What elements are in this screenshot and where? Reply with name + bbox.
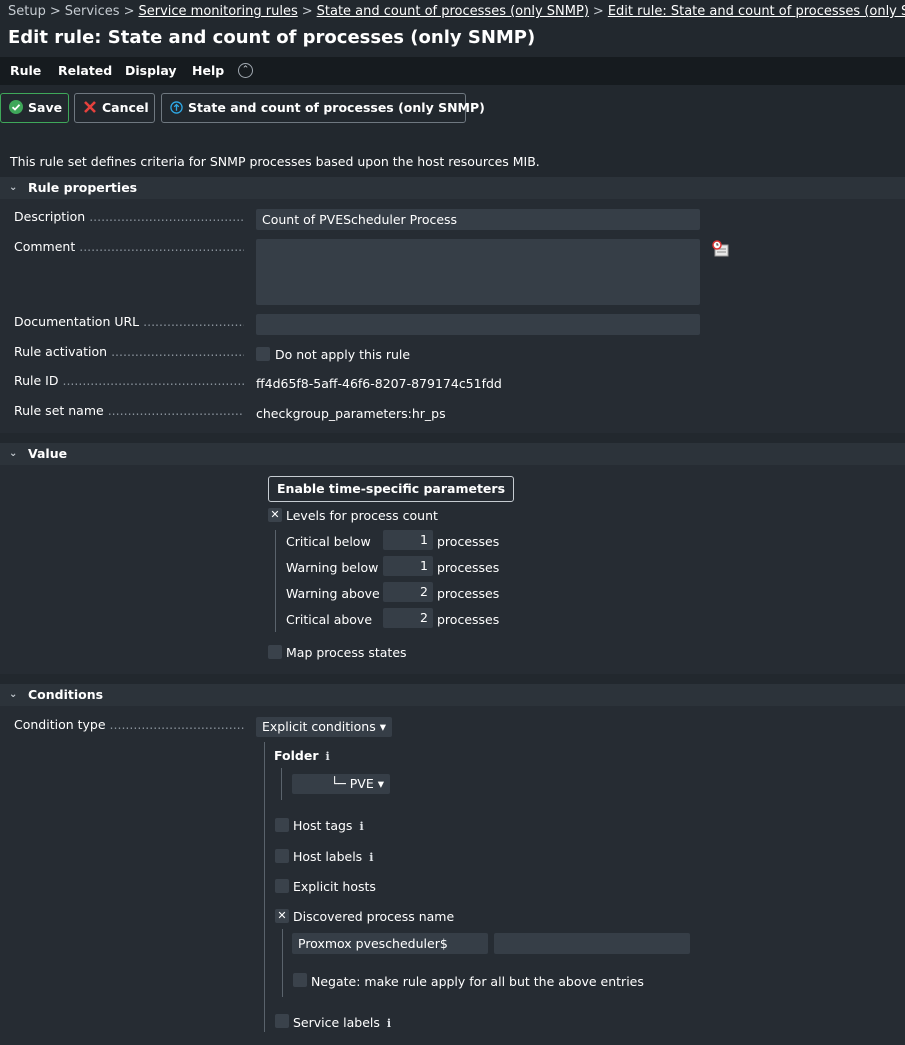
ruleset-name-label: Rule set name ..........................… xyxy=(14,403,244,418)
conditions-body xyxy=(0,706,905,1045)
comment-textarea[interactable] xyxy=(256,239,700,305)
critical-above-input[interactable]: 2 xyxy=(383,608,433,628)
chevron-up-icon[interactable]: ⌃ xyxy=(238,63,253,78)
service-labels-checkbox[interactable] xyxy=(275,1014,289,1028)
warning-above-unit: processes xyxy=(437,586,500,601)
info-icon[interactable]: i xyxy=(387,1017,391,1030)
folder-dropdown[interactable]: └─ PVE ▾ xyxy=(292,774,390,794)
levels-indent-line xyxy=(275,530,276,632)
doc-url-label: Documentation URL ......................… xyxy=(14,314,244,329)
section-conditions[interactable]: ⌄ Conditions xyxy=(0,684,905,706)
discovered-indent-line xyxy=(282,929,283,997)
critical-above-label: Critical above xyxy=(286,612,373,627)
breadcrumb-services[interactable]: Services xyxy=(65,4,120,19)
critical-below-label: Critical below xyxy=(286,534,371,549)
clock-note-icon[interactable] xyxy=(712,240,730,261)
host-labels-checkbox[interactable] xyxy=(275,849,289,863)
map-states-checkbox[interactable] xyxy=(268,645,282,659)
time-specific-button[interactable]: Enable time-specific parameters xyxy=(268,476,515,502)
info-icon[interactable]: i xyxy=(359,820,363,833)
menu-rule[interactable]: Rule xyxy=(10,63,41,78)
critical-below-input[interactable]: 1 xyxy=(383,530,433,550)
chevron-down-icon: ⌄ xyxy=(9,448,18,459)
explicit-hosts-checkbox[interactable] xyxy=(275,879,289,893)
menu-help[interactable]: Help xyxy=(192,63,224,78)
comment-label: Comment ................................… xyxy=(14,239,244,254)
section-rule-properties[interactable]: ⌄ Rule properties xyxy=(0,177,905,199)
condition-type-label: Condition type .........................… xyxy=(14,717,244,732)
do-not-apply-label: Do not apply this rule xyxy=(275,347,411,362)
negate-checkbox[interactable] xyxy=(293,973,307,987)
breadcrumb-ruleset[interactable]: State and count of processes (only SNMP) xyxy=(317,4,589,19)
warning-below-input[interactable]: 1 xyxy=(383,556,433,576)
menu-related[interactable]: Related xyxy=(58,63,112,78)
rule-activation-label: Rule activation ........................… xyxy=(14,344,244,359)
levels-label: Levels for process count xyxy=(286,508,438,523)
host-labels-label: Host labels i xyxy=(293,849,374,864)
description-label: Description ............................… xyxy=(14,209,244,224)
rule-id-label: Rule ID ................................… xyxy=(14,373,244,388)
discovered-process-input-2[interactable] xyxy=(494,933,690,954)
host-tags-checkbox[interactable] xyxy=(275,818,289,832)
ruleset-name-value: checkgroup_parameters:hr_ps xyxy=(256,406,446,421)
chevron-down-icon: ⌄ xyxy=(9,182,18,193)
condition-type-dropdown[interactable]: Explicit conditions ▾ xyxy=(256,717,392,737)
folder-label: Folder i xyxy=(274,748,330,763)
discovered-process-checkbox[interactable]: ✕ xyxy=(275,909,289,923)
warning-below-label: Warning below xyxy=(286,560,379,575)
breadcrumb-setup[interactable]: Setup xyxy=(8,4,46,19)
breadcrumb: Setup > Services > Service monitoring rules >… xyxy=(8,4,905,19)
cancel-button[interactable]: Cancel xyxy=(74,93,155,123)
section-value[interactable]: ⌄ Value xyxy=(0,443,905,465)
negate-label: Negate: make rule apply for all but the … xyxy=(311,974,644,989)
menu-display[interactable]: Display xyxy=(125,63,177,78)
info-icon[interactable]: i xyxy=(369,851,373,864)
menu-bar: Rule Related Display Help ⌃ xyxy=(0,57,905,85)
caret-down-icon: ▾ xyxy=(377,776,384,791)
chevron-down-icon: ⌄ xyxy=(9,689,18,700)
critical-below-unit: processes xyxy=(437,534,500,549)
warning-above-label: Warning above xyxy=(286,586,380,601)
conditions-indent-line xyxy=(264,742,265,1032)
warning-above-input[interactable]: 2 xyxy=(383,582,433,602)
discovered-process-input[interactable]: Proxmox pvescheduler$ xyxy=(292,933,488,954)
host-tags-label: Host tags i xyxy=(293,818,364,833)
close-icon xyxy=(83,96,97,124)
do-not-apply-checkbox[interactable] xyxy=(256,347,270,361)
service-labels-label: Service labels i xyxy=(293,1015,392,1030)
ruleset-button[interactable]: State and count of processes (only SNMP) xyxy=(161,93,485,124)
critical-above-unit: processes xyxy=(437,612,500,627)
caret-down-icon: ▾ xyxy=(379,719,386,734)
page-title: Edit rule: State and count of processes … xyxy=(8,27,536,48)
check-icon xyxy=(9,96,23,124)
arrow-up-circle-icon xyxy=(170,96,183,124)
info-icon[interactable]: i xyxy=(326,750,330,763)
doc-url-input[interactable] xyxy=(256,314,700,335)
rule-properties-body: Description ............................… xyxy=(0,199,905,433)
breadcrumb-service-monitoring-rules[interactable]: Service monitoring rules xyxy=(138,4,297,19)
breadcrumb-edit-rule[interactable]: Edit rule: State and count of processes … xyxy=(608,4,905,19)
explicit-hosts-label: Explicit hosts xyxy=(293,879,376,894)
warning-below-unit: processes xyxy=(437,560,500,575)
save-button[interactable]: Save xyxy=(0,93,69,123)
ruleset-description: This rule set defines criteria for SNMP … xyxy=(10,154,540,169)
levels-checkbox[interactable]: ✕ xyxy=(268,508,282,522)
discovered-process-label: Discovered process name xyxy=(293,909,455,924)
description-input[interactable]: Count of PVEScheduler Process xyxy=(256,209,700,230)
rule-id-value: ff4d65f8-5aff-46f6-8207-879174c51fdd xyxy=(256,376,502,391)
folder-indent-line xyxy=(281,768,282,800)
map-states-label: Map process states xyxy=(286,645,407,660)
